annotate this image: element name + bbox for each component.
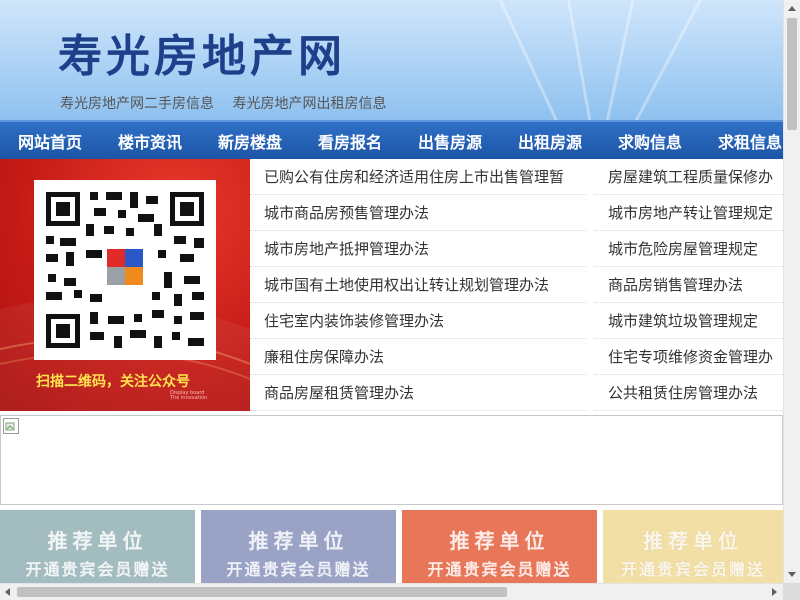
- list-item[interactable]: 城市房地产抵押管理办法: [250, 231, 586, 267]
- recommended-tile[interactable]: 推荐单位 开通贵宾会员赠送: [0, 510, 195, 583]
- header-decoration: [560, 0, 598, 120]
- list-item[interactable]: 城市房地产转让管理规定: [594, 195, 783, 231]
- secondhand-info-link[interactable]: 寿光房地产网二手房信息: [60, 96, 214, 112]
- promo-fine-print: Display board The innovation: [170, 390, 208, 401]
- nav-item-news[interactable]: 楼市资讯: [100, 129, 200, 153]
- tile-subtitle: 开通贵宾会员赠送: [226, 560, 371, 579]
- horizontal-scrollbar[interactable]: [0, 583, 783, 600]
- tile-subtitle: 开通贵宾会员赠送: [620, 560, 765, 579]
- list-item[interactable]: 住宅室内装饰装修管理办法: [250, 303, 586, 339]
- tile-subtitle: 开通贵宾会员赠送: [25, 560, 170, 579]
- vertical-scrollbar[interactable]: [783, 0, 800, 583]
- nav-item-viewing-signup[interactable]: 看房报名: [300, 129, 400, 153]
- list-item[interactable]: 廉租住房保障办法: [250, 339, 586, 375]
- nav-item-for-rent[interactable]: 出租房源: [500, 129, 600, 153]
- nav-item-wanted-buy[interactable]: 求购信息: [600, 129, 700, 153]
- header-decoration: [598, 0, 643, 120]
- header-sublinks: 寿光房地产网二手房信息 寿光房地产网出租房信息: [60, 93, 400, 113]
- list-item[interactable]: 房屋建筑工程质量保修办: [594, 159, 783, 195]
- nav-item-for-sale[interactable]: 出售房源: [400, 129, 500, 153]
- list-item[interactable]: 商品房销售管理办法: [594, 267, 783, 303]
- list-item[interactable]: 公共租赁住房管理办法: [594, 375, 783, 411]
- tile-subtitle: 开通贵宾会员赠送: [427, 560, 572, 579]
- recommended-tile[interactable]: 推荐单位 开通贵宾会员赠送: [603, 510, 783, 583]
- header-decoration: [626, 0, 723, 120]
- qr-code-image: [34, 180, 216, 360]
- list-item[interactable]: 住宅专项维修资金管理办: [594, 339, 783, 375]
- list-item[interactable]: 已购公有住房和经济适用住房上市出售管理暂: [250, 159, 586, 195]
- nav-item-new-homes[interactable]: 新房楼盘: [200, 129, 300, 153]
- scroll-right-arrow-icon[interactable]: [772, 588, 777, 596]
- qr-caption: 扫描二维码，关注公众号: [36, 374, 190, 390]
- qr-code: [34, 180, 216, 360]
- list-item[interactable]: 城市国有土地使用权出让转让规划管理办法: [250, 267, 586, 303]
- list-item[interactable]: 城市危险房屋管理规定: [594, 231, 783, 267]
- tile-title: 推荐单位: [449, 529, 550, 553]
- banner-image-placeholder[interactable]: [0, 415, 783, 505]
- broken-image-icon: [3, 418, 19, 434]
- tile-title: 推荐单位: [643, 529, 743, 553]
- horizontal-scroll-thumb[interactable]: [17, 587, 507, 597]
- vertical-scroll-thumb[interactable]: [787, 18, 797, 130]
- qr-promo-panel[interactable]: 扫描二维码，关注公众号 Display board The innovation: [0, 159, 250, 411]
- recommended-tile[interactable]: 推荐单位 开通贵宾会员赠送: [402, 510, 597, 583]
- main-nav: 网站首页 楼市资讯 新房楼盘 看房报名 出售房源 出租房源 求购信息 求租信息: [0, 120, 783, 159]
- list-item[interactable]: 商品房屋租赁管理办法: [250, 375, 586, 411]
- rental-info-link[interactable]: 寿光房地产网出租房信息: [232, 96, 386, 112]
- site-title: 寿光房地产网: [58, 31, 346, 82]
- nav-item-wanted-rent[interactable]: 求租信息: [700, 129, 783, 153]
- site-header: 寿光房地产网 寿光房地产网二手房信息 寿光房地产网出租房信息: [0, 0, 783, 120]
- scroll-up-arrow-icon[interactable]: [788, 6, 796, 11]
- nav-item-home[interactable]: 网站首页: [0, 129, 100, 153]
- tile-title: 推荐单位: [47, 529, 148, 553]
- page-viewport: 寿光房地产网 寿光房地产网二手房信息 寿光房地产网出租房信息 网站首页 楼市资讯…: [0, 0, 783, 583]
- list-item[interactable]: 城市建筑垃圾管理规定: [594, 303, 783, 339]
- scroll-down-arrow-icon[interactable]: [788, 572, 796, 577]
- policy-links-right: 房屋建筑工程质量保修办 城市房地产转让管理规定 城市危险房屋管理规定 商品房销售…: [594, 159, 783, 411]
- list-item[interactable]: 城市商品房预售管理办法: [250, 195, 586, 231]
- policy-links-left: 已购公有住房和经济适用住房上市出售管理暂 城市商品房预售管理办法 城市房地产抵押…: [250, 159, 586, 411]
- scrollbar-corner: [783, 583, 800, 600]
- broken-image-icon-graphic: [5, 422, 15, 431]
- tile-title: 推荐单位: [248, 529, 349, 553]
- recommended-tile[interactable]: 推荐单位 开通贵宾会员赠送: [201, 510, 396, 583]
- header-decoration: [480, 0, 568, 120]
- scroll-left-arrow-icon[interactable]: [5, 588, 10, 596]
